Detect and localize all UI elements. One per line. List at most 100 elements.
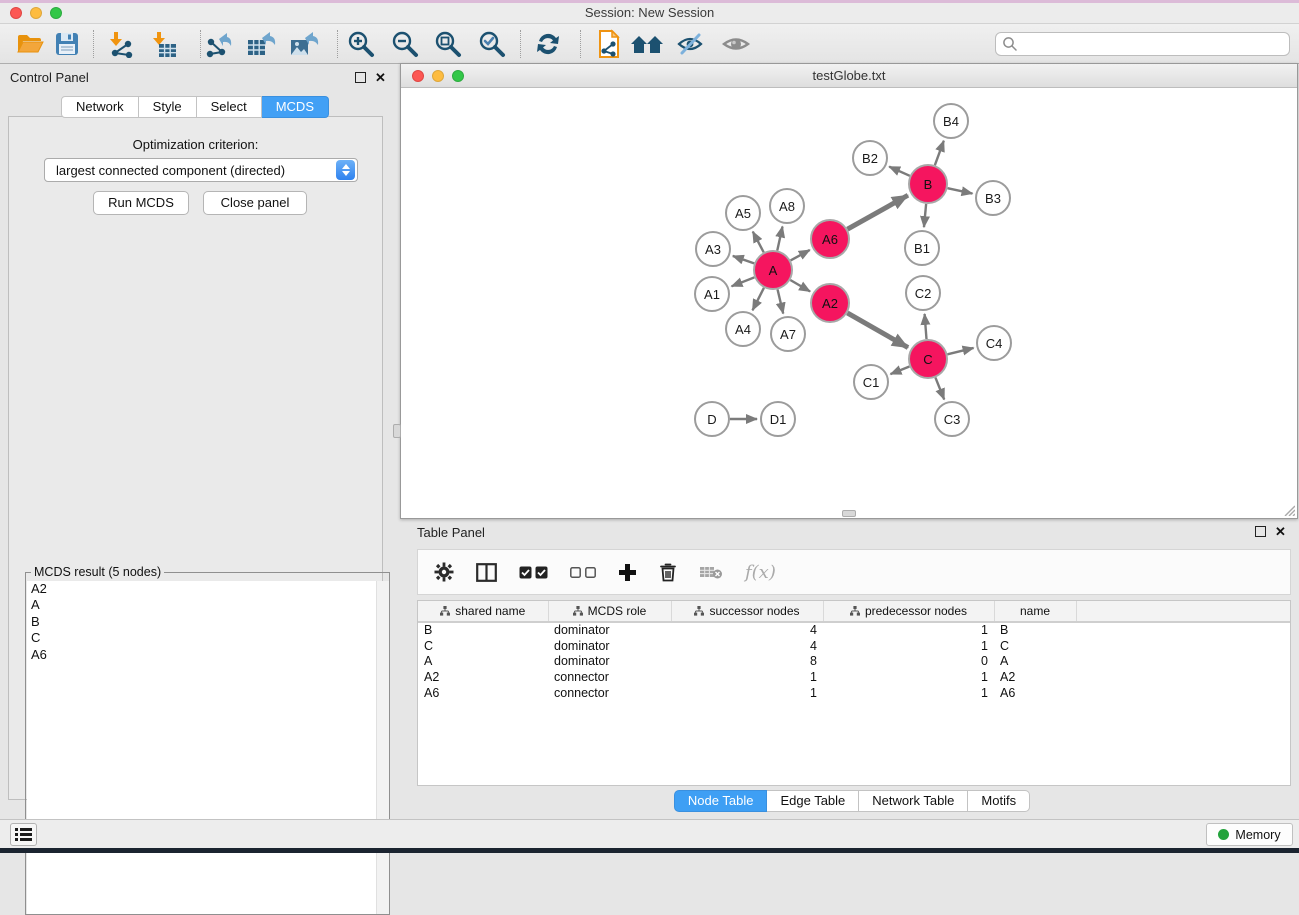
mcds-result-item[interactable]: B bbox=[27, 614, 389, 630]
zoom-fit-button[interactable] bbox=[430, 29, 466, 59]
graph-node-A8[interactable]: A8 bbox=[769, 188, 805, 224]
graph-node-A1[interactable]: A1 bbox=[694, 276, 730, 312]
run-mcds-button[interactable]: Run MCDS bbox=[93, 191, 189, 215]
tab-edge-table[interactable]: Edge Table bbox=[767, 790, 859, 812]
graph-node-C2[interactable]: C2 bbox=[905, 275, 941, 311]
column-header[interactable]: shared name bbox=[418, 601, 548, 622]
graph-node-B3[interactable]: B3 bbox=[975, 180, 1011, 216]
graph-node-B1[interactable]: B1 bbox=[904, 230, 940, 266]
export-image-button[interactable] bbox=[286, 29, 322, 59]
graph-edge-A2-C[interactable] bbox=[847, 313, 908, 348]
show-graphics-details-button[interactable] bbox=[718, 29, 754, 59]
window-resize-grip[interactable] bbox=[1282, 503, 1295, 516]
graph-node-B2[interactable]: B2 bbox=[852, 140, 888, 176]
close-network-window-button[interactable] bbox=[412, 70, 424, 82]
memory-button[interactable]: Memory bbox=[1206, 823, 1293, 846]
network-overview-button[interactable] bbox=[629, 29, 665, 59]
graph-node-C[interactable]: C bbox=[908, 339, 948, 379]
tab-network[interactable]: Network bbox=[61, 96, 139, 118]
tab-style[interactable]: Style bbox=[139, 96, 197, 118]
mcds-result-item[interactable]: A6 bbox=[27, 647, 389, 663]
copy-network-button[interactable] bbox=[590, 29, 626, 59]
graph-node-C1[interactable]: C1 bbox=[853, 364, 889, 400]
optimization-criterion-select[interactable]: largest connected component (directed) bbox=[44, 158, 358, 182]
close-window-button[interactable] bbox=[10, 7, 22, 19]
column-header[interactable]: MCDS role bbox=[548, 601, 671, 622]
graph-node-C3[interactable]: C3 bbox=[934, 401, 970, 437]
zoom-network-window-button[interactable] bbox=[452, 70, 464, 82]
graph-edge-B-B2[interactable] bbox=[889, 167, 910, 176]
graph-edge-C-C3[interactable] bbox=[935, 378, 944, 400]
graph-node-D[interactable]: D bbox=[694, 401, 730, 437]
table-settings-button[interactable] bbox=[434, 562, 454, 582]
graph-edge-B-B4[interactable] bbox=[935, 141, 944, 165]
zoom-selected-button[interactable] bbox=[474, 29, 510, 59]
export-table-button[interactable] bbox=[243, 29, 279, 59]
split-divider-grip[interactable] bbox=[393, 424, 401, 438]
mcds-result-item[interactable]: C bbox=[27, 630, 389, 646]
close-panel-button[interactable]: Close panel bbox=[203, 191, 307, 215]
zoom-in-button[interactable] bbox=[343, 29, 379, 59]
graph-edge-A6-B[interactable] bbox=[847, 195, 908, 229]
table-row[interactable]: A2connector11A2 bbox=[418, 669, 1290, 685]
tab-motifs[interactable]: Motifs bbox=[968, 790, 1030, 812]
open-session-button[interactable] bbox=[12, 29, 48, 59]
graph-node-A2[interactable]: A2 bbox=[810, 283, 850, 323]
apply-layout-button[interactable] bbox=[530, 29, 566, 59]
graph-edge-A-A7[interactable] bbox=[778, 289, 784, 313]
table-row[interactable]: A6connector11A6 bbox=[418, 685, 1290, 701]
close-panel-icon[interactable]: ✕ bbox=[1275, 526, 1286, 537]
scrollbar-track[interactable] bbox=[376, 581, 389, 914]
graph-edge-B-B3[interactable] bbox=[948, 188, 973, 193]
graph-node-C4[interactable]: C4 bbox=[976, 325, 1012, 361]
close-panel-icon[interactable]: ✕ bbox=[375, 72, 386, 83]
column-header[interactable]: successor nodes bbox=[671, 601, 823, 622]
graph-node-A7[interactable]: A7 bbox=[770, 316, 806, 352]
graph-edge-C-C4[interactable] bbox=[947, 348, 973, 354]
hide-graphics-details-button[interactable] bbox=[673, 29, 709, 59]
network-window-titlebar[interactable]: testGlobe.txt bbox=[401, 64, 1297, 88]
graph-edge-A-A6[interactable] bbox=[791, 250, 810, 260]
graph-node-A4[interactable]: A4 bbox=[725, 311, 761, 347]
delete-columns-button[interactable] bbox=[659, 562, 677, 582]
import-table-button[interactable] bbox=[146, 29, 182, 59]
task-history-button[interactable] bbox=[10, 823, 37, 846]
mcds-result-list[interactable]: A2ABCA6 bbox=[27, 581, 389, 914]
tab-mcds[interactable]: MCDS bbox=[262, 96, 329, 118]
graph-edge-B-B1[interactable] bbox=[924, 204, 926, 227]
float-panel-icon[interactable] bbox=[355, 72, 366, 83]
graph-edge-C-C1[interactable] bbox=[890, 366, 909, 374]
graph-node-A[interactable]: A bbox=[753, 250, 793, 290]
mcds-result-item[interactable]: A2 bbox=[27, 581, 389, 597]
graph-node-A6[interactable]: A6 bbox=[810, 219, 850, 259]
table-row[interactable]: Adominator80A bbox=[418, 654, 1290, 670]
search-field[interactable] bbox=[995, 32, 1290, 56]
select-all-columns-button[interactable] bbox=[519, 566, 548, 579]
search-input[interactable] bbox=[1018, 35, 1289, 53]
graph-node-B4[interactable]: B4 bbox=[933, 103, 969, 139]
table-row[interactable]: Bdominator41B bbox=[418, 622, 1290, 638]
split-divider-grip[interactable] bbox=[842, 510, 856, 517]
graph-edge-A-A1[interactable] bbox=[732, 277, 755, 286]
graph-node-D1[interactable]: D1 bbox=[760, 401, 796, 437]
tab-network-table[interactable]: Network Table bbox=[859, 790, 968, 812]
zoom-window-button[interactable] bbox=[50, 7, 62, 19]
unselect-all-columns-button[interactable] bbox=[570, 567, 596, 578]
import-network-button[interactable] bbox=[103, 29, 139, 59]
graph-node-B[interactable]: B bbox=[908, 164, 948, 204]
column-header[interactable]: name bbox=[994, 601, 1076, 622]
graph-edge-A-A2[interactable] bbox=[790, 280, 810, 291]
show-columns-button[interactable] bbox=[476, 563, 497, 582]
tab-node-table[interactable]: Node Table bbox=[674, 790, 768, 812]
add-column-button[interactable] bbox=[618, 563, 637, 582]
save-session-button[interactable] bbox=[49, 29, 85, 59]
graph-edge-A-A3[interactable] bbox=[733, 256, 754, 263]
tab-select[interactable]: Select bbox=[197, 96, 262, 118]
minimize-window-button[interactable] bbox=[30, 7, 42, 19]
network-canvas[interactable]: AA1A2A3A4A5A6A7A8BB1B2B3B4CC1C2C3C4DD1 bbox=[401, 89, 1297, 513]
table-row[interactable]: Cdominator41C bbox=[418, 638, 1290, 654]
graph-edge-A-A5[interactable] bbox=[753, 232, 764, 253]
float-panel-icon[interactable] bbox=[1255, 526, 1266, 537]
graph-edge-A-A8[interactable] bbox=[777, 227, 782, 251]
column-header[interactable] bbox=[1076, 601, 1290, 622]
